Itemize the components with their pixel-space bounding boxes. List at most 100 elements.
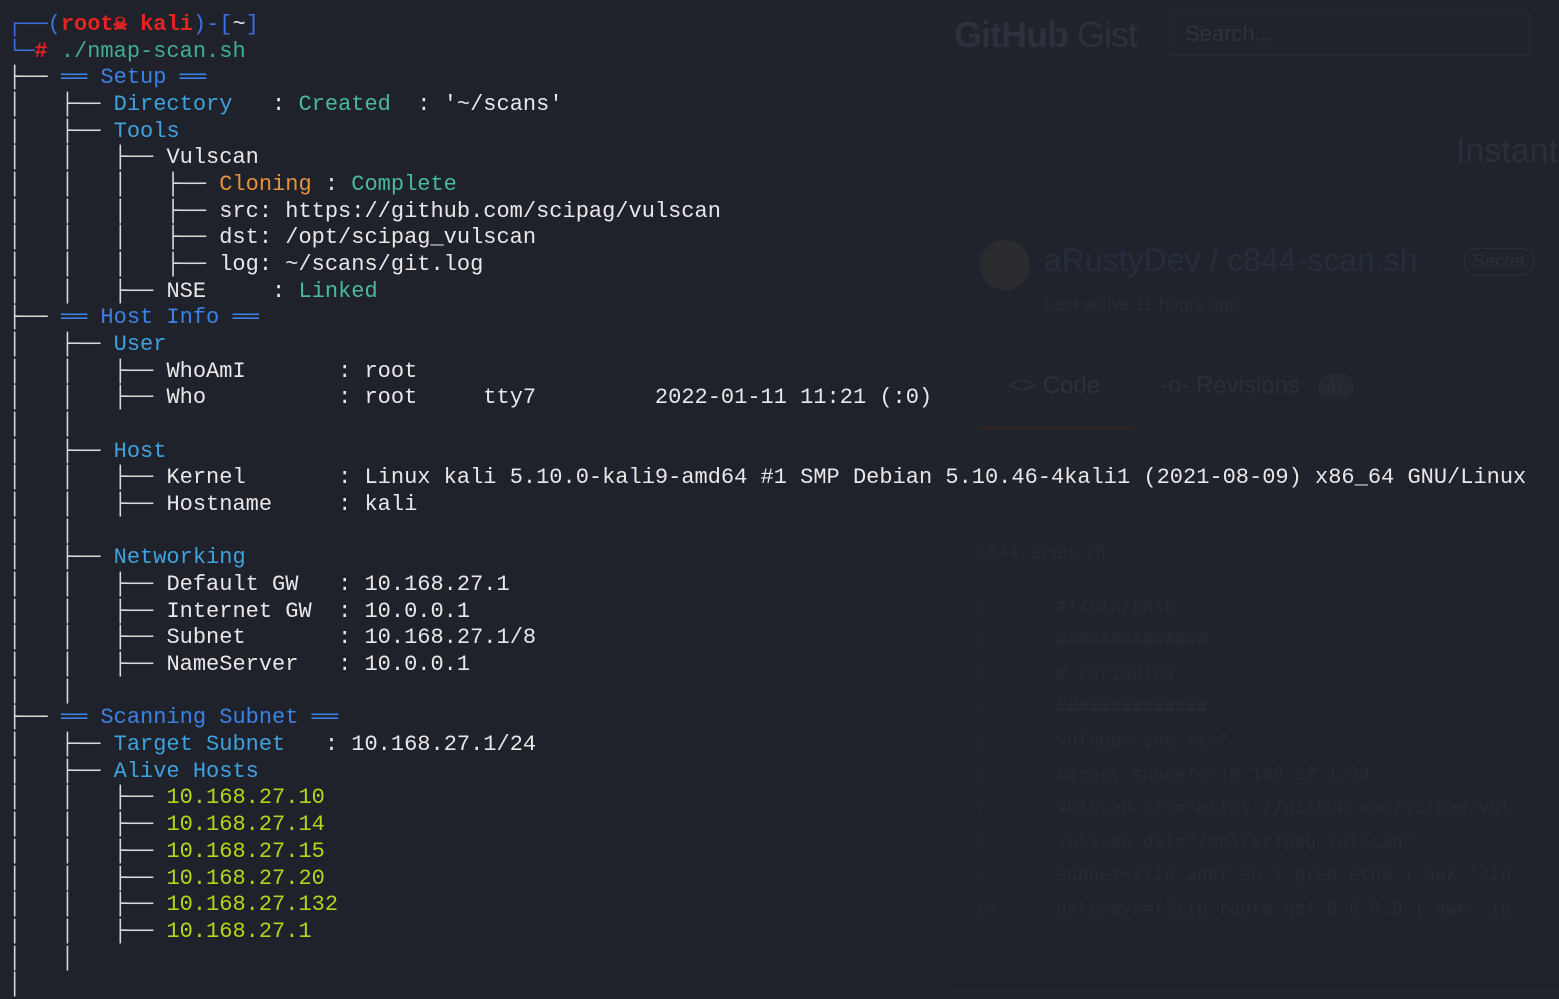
- terminal-line: │ │ │ ├── src: https://github.com/scipag…: [8, 199, 1526, 226]
- terminal-line: ├── ══ Scanning Subnet ══: [8, 705, 1526, 732]
- tree-branch: │ │ │ ├──: [8, 225, 220, 251]
- tree-branch: │: [8, 972, 22, 998]
- terminal-line: │ ├── Tools: [8, 119, 1526, 146]
- tree-branch: │ │: [8, 945, 75, 971]
- terminal-line: ┌──(root☠ kali)-[~]: [8, 12, 1526, 39]
- terminal-line: │ │: [8, 412, 1526, 439]
- terminal-line: └─# ./nmap-scan.sh: [8, 39, 1526, 66]
- terminal-line: │ │ ├── Who : root tty7 2022-01-11 11:21…: [8, 385, 1526, 412]
- tree-branch: │ │ ├──: [8, 572, 167, 598]
- terminal-text: ]: [245, 12, 259, 37]
- tree-branch: │ ├──: [8, 732, 114, 758]
- terminal-text: :: [311, 172, 352, 198]
- tree-branch: │ │ ├──: [8, 785, 167, 811]
- terminal-text: 10.168.27.132: [166, 892, 339, 918]
- terminal-text: Cloning: [219, 172, 312, 198]
- tree-branch: │ │ ├──: [8, 625, 167, 651]
- terminal-text: NSE: [166, 278, 207, 304]
- tree-branch: │ │ ├──: [8, 838, 167, 864]
- tree-branch: │ │ ├──: [8, 865, 167, 891]
- terminal-line: │ │ ├── Hostname : kali: [8, 492, 1526, 519]
- terminal-text: Target Subnet: [113, 732, 286, 758]
- terminal-text: 10.168.27.10: [166, 785, 325, 811]
- terminal-line: │ │: [8, 946, 1526, 973]
- terminal-text: Who : root tty7 2022-01-11 11:21 (:0): [166, 385, 933, 411]
- terminal-line: │ │ │ ├── dst: /opt/scipag_vulscan: [8, 225, 1526, 252]
- tree-branch: │ ├──: [8, 438, 114, 464]
- terminal-line: │ │ ├── Subnet : 10.168.27.1/8: [8, 625, 1526, 652]
- tree-branch: │ │ ├──: [8, 358, 167, 384]
- terminal-text: 10.168.27.15: [166, 838, 325, 864]
- tree-branch: ├──: [8, 65, 61, 91]
- terminal-text: Directory: [113, 92, 233, 118]
- terminal-text: Created: [298, 92, 391, 118]
- terminal-line: │ ├── Directory : Created : '~/scans': [8, 92, 1526, 119]
- terminal-line: │ ├── Alive Hosts: [8, 759, 1526, 786]
- terminal-text: User: [113, 332, 167, 358]
- terminal-line: │ │ ├── NSE : Linked: [8, 279, 1526, 306]
- tree-branch: │ │ ├──: [8, 652, 167, 678]
- terminal-line: │ │ ├── 10.168.27.1: [8, 919, 1526, 946]
- tree-branch: │ │: [8, 678, 75, 704]
- tree-branch: │ ├──: [8, 758, 114, 784]
- terminal-line: │ ├── Target Subnet : 10.168.27.1/24: [8, 732, 1526, 759]
- tree-branch: │ │ ├──: [8, 812, 167, 838]
- terminal-line: │ │ ├── Kernel : Linux kali 5.10.0-kali9…: [8, 465, 1526, 492]
- terminal-output[interactable]: ┌──(root☠ kali)-[~] └─# ./nmap-scan.sh ├──…: [8, 12, 1526, 999]
- tree-branch: │ │: [8, 518, 75, 544]
- terminal-text: ══ Setup ══: [60, 65, 207, 91]
- terminal-text: 10.168.27.14: [166, 812, 325, 838]
- tree-branch: │ │ ├──: [8, 385, 167, 411]
- terminal-line: │ ├── Host: [8, 439, 1526, 466]
- terminal-text: : 10.168.27.1/24: [285, 732, 537, 758]
- terminal-line: │ │ │ ├── log: ~/scans/git.log: [8, 252, 1526, 279]
- tree-branch: │ │ │ ├──: [8, 172, 220, 198]
- terminal-text: Alive Hosts: [113, 758, 259, 784]
- terminal-text: ══ Host Info ══: [60, 305, 259, 331]
- tree-branch: │ ├──: [8, 332, 114, 358]
- terminal-text: log: ~/scans/git.log: [219, 252, 484, 278]
- terminal-text: └─: [8, 38, 35, 64]
- tree-branch: │ ├──: [8, 118, 114, 144]
- terminal-line: ├── ══ Setup ══: [8, 65, 1526, 92]
- tree-branch: │ ├──: [8, 92, 114, 118]
- terminal-text: #: [34, 38, 48, 64]
- terminal-line: │ ├── User: [8, 332, 1526, 359]
- terminal-line: │ │ │ ├── Cloning : Complete: [8, 172, 1526, 199]
- terminal-text: src: https://github.com/scipag/vulscan: [219, 198, 721, 224]
- terminal-line: │ ├── Networking: [8, 545, 1526, 572]
- terminal-text: Internet GW : 10.0.0.1: [166, 598, 471, 624]
- terminal-text: Networking: [113, 545, 246, 571]
- terminal-text: 10.168.27.20: [166, 865, 325, 891]
- terminal-line: │ │: [8, 679, 1526, 706]
- tree-branch: │ │ ├──: [8, 278, 167, 304]
- tree-branch: │ │ ├──: [8, 145, 167, 171]
- tree-branch: │ │ ├──: [8, 598, 167, 624]
- terminal-line: │ │ ├── 10.168.27.20: [8, 866, 1526, 893]
- terminal-line: │ │ ├── 10.168.27.132: [8, 892, 1526, 919]
- tree-branch: ├──: [8, 305, 61, 331]
- tree-branch: │ │ │ ├──: [8, 252, 220, 278]
- terminal-line: │ │ ├── 10.168.27.10: [8, 785, 1526, 812]
- terminal-text: ./nmap-scan.sh: [60, 38, 246, 64]
- tree-branch: │ │ ├──: [8, 892, 167, 918]
- terminal-line: │ │ ├── Default GW : 10.168.27.1: [8, 572, 1526, 599]
- terminal-line: │ │ ├── Vulscan: [8, 145, 1526, 172]
- terminal-line: ├── ══ Host Info ══: [8, 305, 1526, 332]
- terminal-text: ══ Scanning Subnet ══: [60, 705, 339, 731]
- terminal-text: Tools: [113, 118, 180, 144]
- terminal-text: Kernel : Linux kali 5.10.0-kali9-amd64 #…: [166, 465, 1527, 491]
- terminal-line: │: [8, 972, 1526, 999]
- terminal-text: ~: [232, 12, 246, 37]
- terminal-line: │ │ ├── 10.168.27.14: [8, 812, 1526, 839]
- terminal-text: root☠ kali: [60, 12, 193, 37]
- terminal-line: │ │: [8, 519, 1526, 546]
- terminal-text: NameServer : 10.0.0.1: [166, 652, 471, 678]
- terminal-text: )-[: [192, 12, 233, 37]
- terminal-text: :: [232, 92, 299, 118]
- terminal-text: Default GW : 10.168.27.1: [166, 572, 510, 598]
- terminal-text: Complete: [351, 172, 457, 198]
- tree-branch: │ │ │ ├──: [8, 198, 220, 224]
- terminal-line: │ │ ├── 10.168.27.15: [8, 839, 1526, 866]
